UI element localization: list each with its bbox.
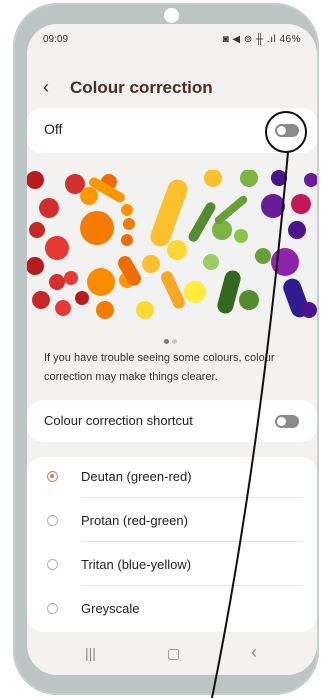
option-label: Tritan (blue-yellow) [81, 557, 192, 572]
radio-icon[interactable] [47, 559, 58, 570]
header: ‹ Colour correction [27, 76, 317, 102]
front-camera [164, 8, 179, 23]
option-label: Greyscale [81, 601, 140, 616]
screen: 09:09 ◙ ◀ ⊚ ╫ .ıl 46% ‹ Colour correctio… [27, 24, 317, 675]
shortcut-toggle-switch[interactable] [275, 415, 299, 428]
toggle-knob [277, 417, 286, 426]
recents-icon[interactable]: ||| [85, 645, 96, 661]
correction-options: Deutan (green-red) Protan (red-green) Tr… [27, 457, 317, 632]
divider [81, 497, 303, 498]
option-label: Deutan (green-red) [81, 469, 192, 484]
page-title: Colour correction [70, 78, 213, 97]
vegetables-image [27, 170, 317, 322]
home-icon[interactable]: ▢ [167, 645, 180, 662]
option-label: Protan (red-green) [81, 513, 188, 528]
radio-icon[interactable] [47, 603, 58, 614]
status-icons: ◙ ◀ ⊚ ╫ .ıl 46% [223, 34, 301, 45]
main-toggle-card[interactable]: Off [27, 108, 317, 153]
toggle-knob [277, 126, 286, 135]
navigation-bar: ||| ▢ ‹ [27, 639, 317, 669]
battery-level: 46% [279, 34, 301, 45]
status-bar: 09:09 ◙ ◀ ⊚ ╫ .ıl 46% [27, 34, 317, 50]
description-text: If you have trouble seeing some colours,… [44, 352, 275, 383]
main-toggle-switch[interactable] [275, 124, 299, 137]
shortcut-card[interactable]: Colour correction shortcut [27, 400, 317, 442]
carousel-indicator [164, 331, 180, 349]
option-tritan[interactable]: Tritan (blue-yellow) [27, 545, 317, 586]
status-icons-glyphs: ◙ ◀ ⊚ ╫ .ıl [222, 34, 277, 45]
status-time: 09:09 [43, 34, 69, 45]
option-greyscale[interactable]: Greyscale [27, 589, 317, 630]
radio-selected-icon[interactable] [47, 471, 58, 482]
shortcut-label: Colour correction shortcut [44, 413, 193, 428]
main-toggle-label: Off [44, 121, 63, 137]
back-icon[interactable]: ‹ [43, 77, 49, 97]
carousel-dot-1[interactable] [164, 339, 169, 344]
back-nav-icon[interactable]: ‹ [251, 642, 257, 663]
divider [81, 541, 303, 542]
divider [81, 585, 303, 586]
carousel-dot-2[interactable] [172, 339, 177, 344]
radio-icon[interactable] [47, 515, 58, 526]
option-deutan[interactable]: Deutan (green-red) [27, 457, 317, 498]
option-protan[interactable]: Protan (red-green) [27, 501, 317, 542]
vegetables-illustration [27, 170, 317, 322]
